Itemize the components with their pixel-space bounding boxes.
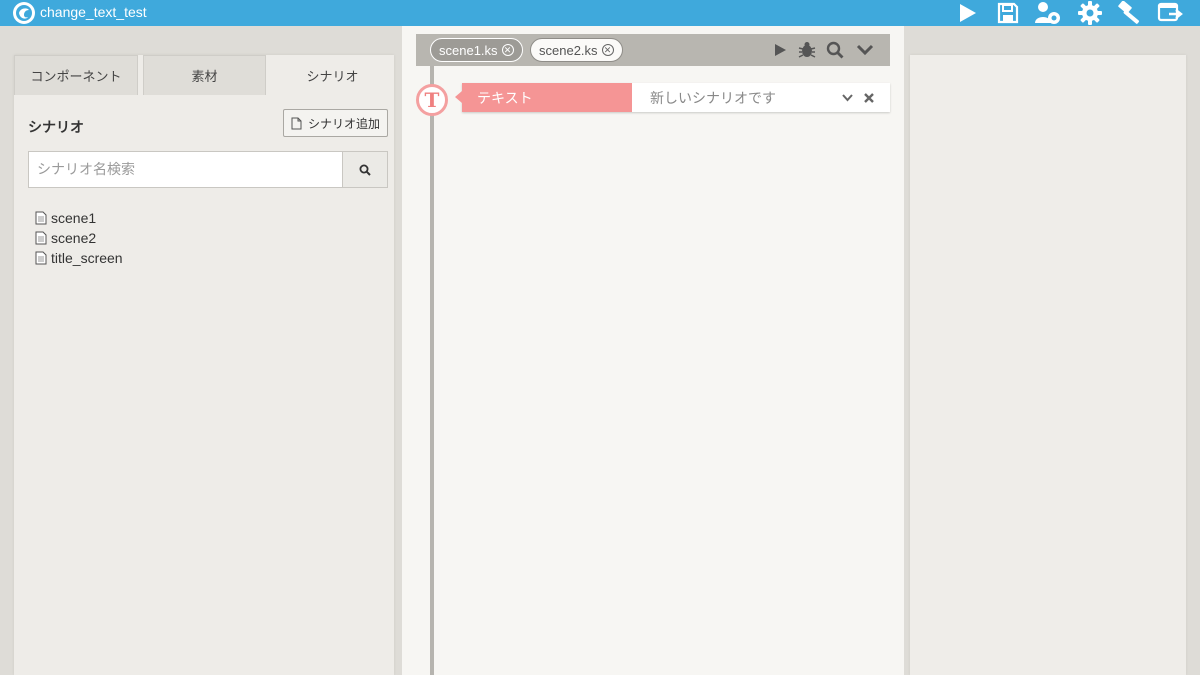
debug-bug-icon[interactable] [795, 38, 819, 62]
left-panel-tabs: コンポーネント 素材 シナリオ [14, 55, 394, 95]
scenario-file-list: scene1 scene2 title_screen [35, 208, 123, 268]
text-tag-row[interactable]: テキスト 新しいシナリオです [455, 83, 890, 112]
tab-label: コンポーネント [30, 70, 122, 85]
list-item[interactable]: scene1 [35, 208, 123, 228]
scenario-editor: scene1.ks ✕ scene2.ks ✕ T テキスト 新しいシナリオです [402, 26, 904, 675]
file-tab-label: scene1.ks [439, 42, 498, 58]
list-item[interactable]: title_screen [35, 248, 123, 268]
file-name: title_screen [51, 250, 123, 266]
search-icon[interactable] [823, 38, 847, 62]
add-scenario-label: シナリオ追加 [307, 116, 380, 131]
document-icon [35, 251, 47, 265]
title-bar: change_text_test [0, 0, 1200, 26]
tab-assets[interactable]: 素材 [143, 55, 266, 95]
tab-label: シナリオ [306, 70, 359, 85]
chevron-down-icon[interactable] [853, 38, 877, 62]
scenario-search-input[interactable] [28, 151, 343, 188]
delete-icon[interactable] [860, 83, 878, 112]
close-tab-icon[interactable]: ✕ [501, 44, 514, 56]
app-logo-icon [13, 2, 35, 24]
tag-label: テキスト [455, 83, 632, 112]
tag-value[interactable]: 新しいシナリオです [650, 83, 776, 112]
section-title: シナリオ [28, 120, 84, 136]
tab-components[interactable]: コンポーネント [14, 55, 138, 95]
gear-icon[interactable] [1075, 0, 1105, 26]
close-tab-icon[interactable]: ✕ [601, 44, 614, 56]
play-icon[interactable] [952, 0, 982, 26]
file-tab-label: scene2.ks [539, 42, 598, 58]
timeline-line [430, 66, 434, 675]
file-icon [291, 117, 302, 129]
tag-node-letter: T [424, 88, 440, 112]
save-icon[interactable] [993, 0, 1023, 26]
document-icon [35, 231, 47, 245]
left-panel: コンポーネント 素材 シナリオ シナリオ シナリオ追加 シナリオ名検索 scen… [14, 55, 394, 675]
file-tab-scene1[interactable]: scene1.ks ✕ [430, 38, 523, 62]
right-panel [910, 55, 1186, 675]
list-item[interactable]: scene2 [35, 228, 123, 248]
build-hammer-icon[interactable] [1115, 0, 1145, 26]
editor-toolbar: scene1.ks ✕ scene2.ks ✕ [416, 34, 890, 66]
project-settings-icon[interactable] [1033, 0, 1063, 26]
play-icon[interactable] [768, 38, 792, 62]
window-title: change_text_test [40, 4, 147, 20]
document-icon [35, 211, 47, 225]
tab-scenario[interactable]: シナリオ [271, 55, 394, 95]
file-name: scene2 [51, 230, 97, 246]
export-icon[interactable] [1156, 0, 1186, 26]
file-tab-scene2[interactable]: scene2.ks ✕ [530, 38, 623, 62]
add-scenario-button[interactable]: シナリオ追加 [283, 109, 388, 137]
search-button[interactable] [342, 151, 388, 188]
tab-label: 素材 [191, 70, 218, 85]
file-name: scene1 [51, 210, 97, 226]
expand-chevron-icon[interactable] [838, 83, 856, 112]
search-icon [359, 164, 371, 176]
scenario-search [28, 151, 389, 188]
text-tag-icon: T [416, 84, 448, 116]
